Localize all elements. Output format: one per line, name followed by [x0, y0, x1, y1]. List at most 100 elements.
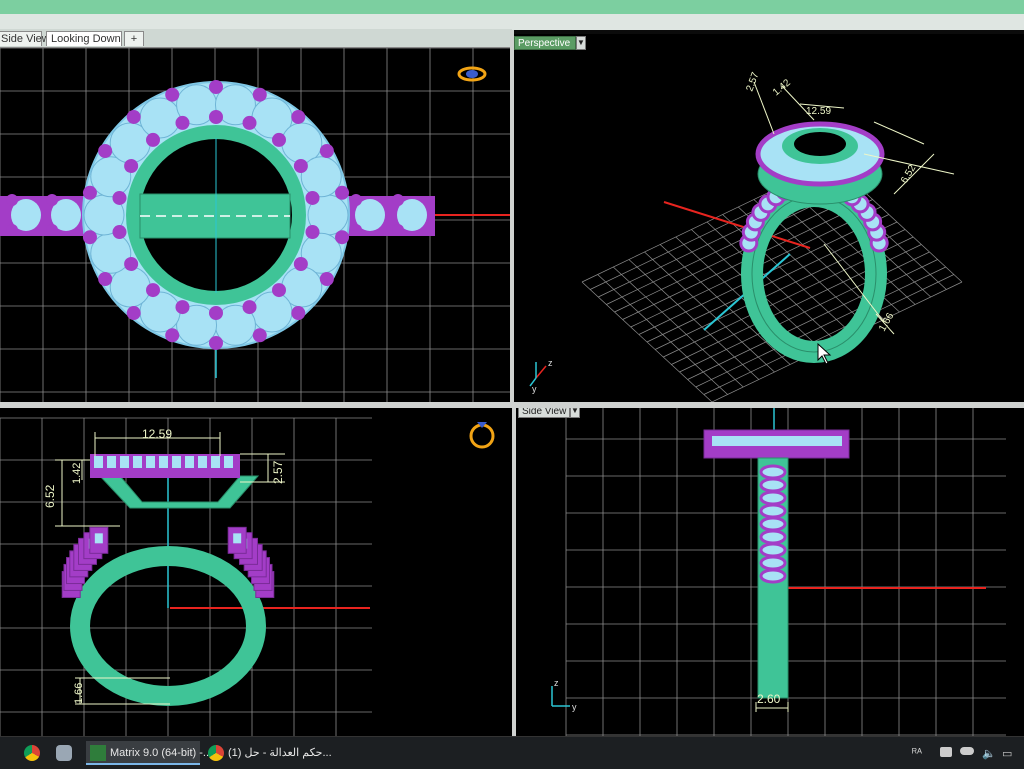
head-stone [172, 456, 181, 468]
prong [242, 300, 257, 315]
band-stone [759, 568, 787, 584]
ring-thumbnail-icon[interactable] [457, 66, 487, 82]
axis-gizmo-icon: z y [529, 358, 553, 394]
tab-side-view[interactable]: Side View [0, 31, 50, 46]
head-stone [107, 456, 116, 468]
band-stones [759, 464, 787, 584]
ring-band [741, 185, 887, 363]
viewport-divider-vertical[interactable] [512, 402, 516, 736]
prong [6, 194, 18, 206]
prong [305, 190, 320, 205]
prong [98, 144, 113, 158]
head-stone [198, 456, 207, 468]
taskbar-item-browser[interactable]: حكم العدالة - حل (1)... [206, 741, 332, 765]
tab-looking-down[interactable]: Looking Down [46, 31, 122, 46]
prong [165, 87, 180, 102]
dim-label: 6.52 [899, 163, 918, 186]
prong [350, 224, 362, 236]
dim-width: 12.59 [142, 427, 172, 441]
prong [112, 225, 127, 240]
prong [6, 224, 18, 236]
prong [319, 272, 334, 286]
view-tabs: Side View Looking Down + [0, 29, 512, 48]
chrome-icon[interactable] [24, 745, 40, 761]
taskbar-label: حكم العدالة - حل (1)... [228, 747, 332, 759]
prong [335, 230, 350, 245]
prong [146, 283, 161, 298]
prong [392, 194, 404, 206]
cloud-icon[interactable] [960, 747, 974, 755]
title-bar [0, 0, 1024, 30]
band-stone [759, 490, 787, 506]
band-stone [759, 542, 787, 558]
prong [319, 144, 334, 158]
svg-text:z: z [548, 358, 553, 368]
explorer-icon[interactable] [56, 745, 72, 761]
top-view-canvas [0, 48, 510, 404]
dim-label: 1.66 [877, 311, 896, 334]
halo-stone [300, 156, 342, 198]
prong [242, 115, 257, 130]
dim-height-total: 6.52 [43, 484, 57, 508]
prong [335, 185, 350, 200]
head-stone [120, 456, 129, 468]
dim-label: 12.59 [806, 106, 831, 117]
dim-band-width: 2.60 [757, 692, 781, 706]
prong [293, 159, 308, 173]
svg-text:z: z [554, 678, 559, 688]
axis-gizmo-icon: z y [551, 678, 577, 712]
prong [46, 224, 58, 236]
viewport-front[interactable]: 12.59 6.52 1.42 2.57 1.66 [0, 408, 512, 736]
prong [291, 306, 306, 321]
add-tab-button[interactable]: + [124, 31, 144, 46]
head-stone [133, 456, 142, 468]
band-stone [759, 503, 787, 519]
svg-text:y: y [532, 384, 537, 394]
taskbar-item-matrix[interactable]: Matrix 9.0 (64-bit) -... [86, 741, 212, 765]
network-icon[interactable]: ▭ [1002, 747, 1012, 760]
viewport-divider-vertical[interactable] [510, 30, 514, 408]
viewport-side[interactable]: 2.60 z y Side View ▼ [516, 402, 1024, 736]
side-view-canvas: 2.60 z y [551, 402, 1006, 736]
prong [165, 328, 180, 343]
tray-people-icon[interactable]: ᴿᴬ [912, 747, 922, 759]
viewport-perspective[interactable]: 2.57 1.42 12.59 6.52 1.66 z y Perspectiv… [514, 34, 1024, 402]
prong [46, 194, 58, 206]
band-stone [759, 555, 787, 571]
halo-stone [139, 97, 181, 139]
halo-stone [90, 232, 132, 274]
prong [252, 328, 267, 343]
volume-icon[interactable]: 🔈 [982, 747, 996, 760]
prong [209, 336, 223, 350]
prong [305, 225, 320, 240]
viewport-label-perspective[interactable]: Perspective [514, 36, 576, 50]
ring-thumbnail-icon[interactable] [469, 422, 495, 449]
prong [209, 110, 223, 124]
prong [209, 306, 223, 320]
prong [124, 257, 139, 271]
perspective-canvas: 2.57 1.42 12.59 6.52 1.66 z y [529, 71, 963, 402]
band-stone [759, 529, 787, 545]
prong [392, 224, 404, 236]
chrome-icon [208, 745, 224, 761]
viewport-menu-dropdown[interactable]: ▼ [576, 36, 586, 50]
band-stone [759, 516, 787, 532]
prong [82, 230, 97, 245]
taskbar-label: Matrix 9.0 (64-bit) -... [110, 747, 213, 759]
prong [124, 159, 139, 173]
taskbar: Matrix 9.0 (64-bit) -... حكم العدالة - ح… [0, 736, 1024, 769]
front-view-canvas: 12.59 6.52 1.42 2.57 1.66 [0, 417, 495, 736]
prong [291, 109, 306, 124]
dim-label: 2.57 [744, 71, 761, 93]
prong [146, 132, 161, 147]
prong [98, 272, 113, 286]
halo-stone [251, 291, 293, 333]
prong [175, 300, 190, 315]
cad-application: Side View Looking Down + 2.57 1.42 12.59… [0, 0, 1024, 769]
prong [126, 109, 141, 124]
viewport-looking-down[interactable] [0, 48, 510, 404]
head-stone [211, 456, 220, 468]
head-stone [159, 456, 168, 468]
dropbox-icon[interactable] [940, 747, 952, 757]
head-stone [185, 456, 194, 468]
